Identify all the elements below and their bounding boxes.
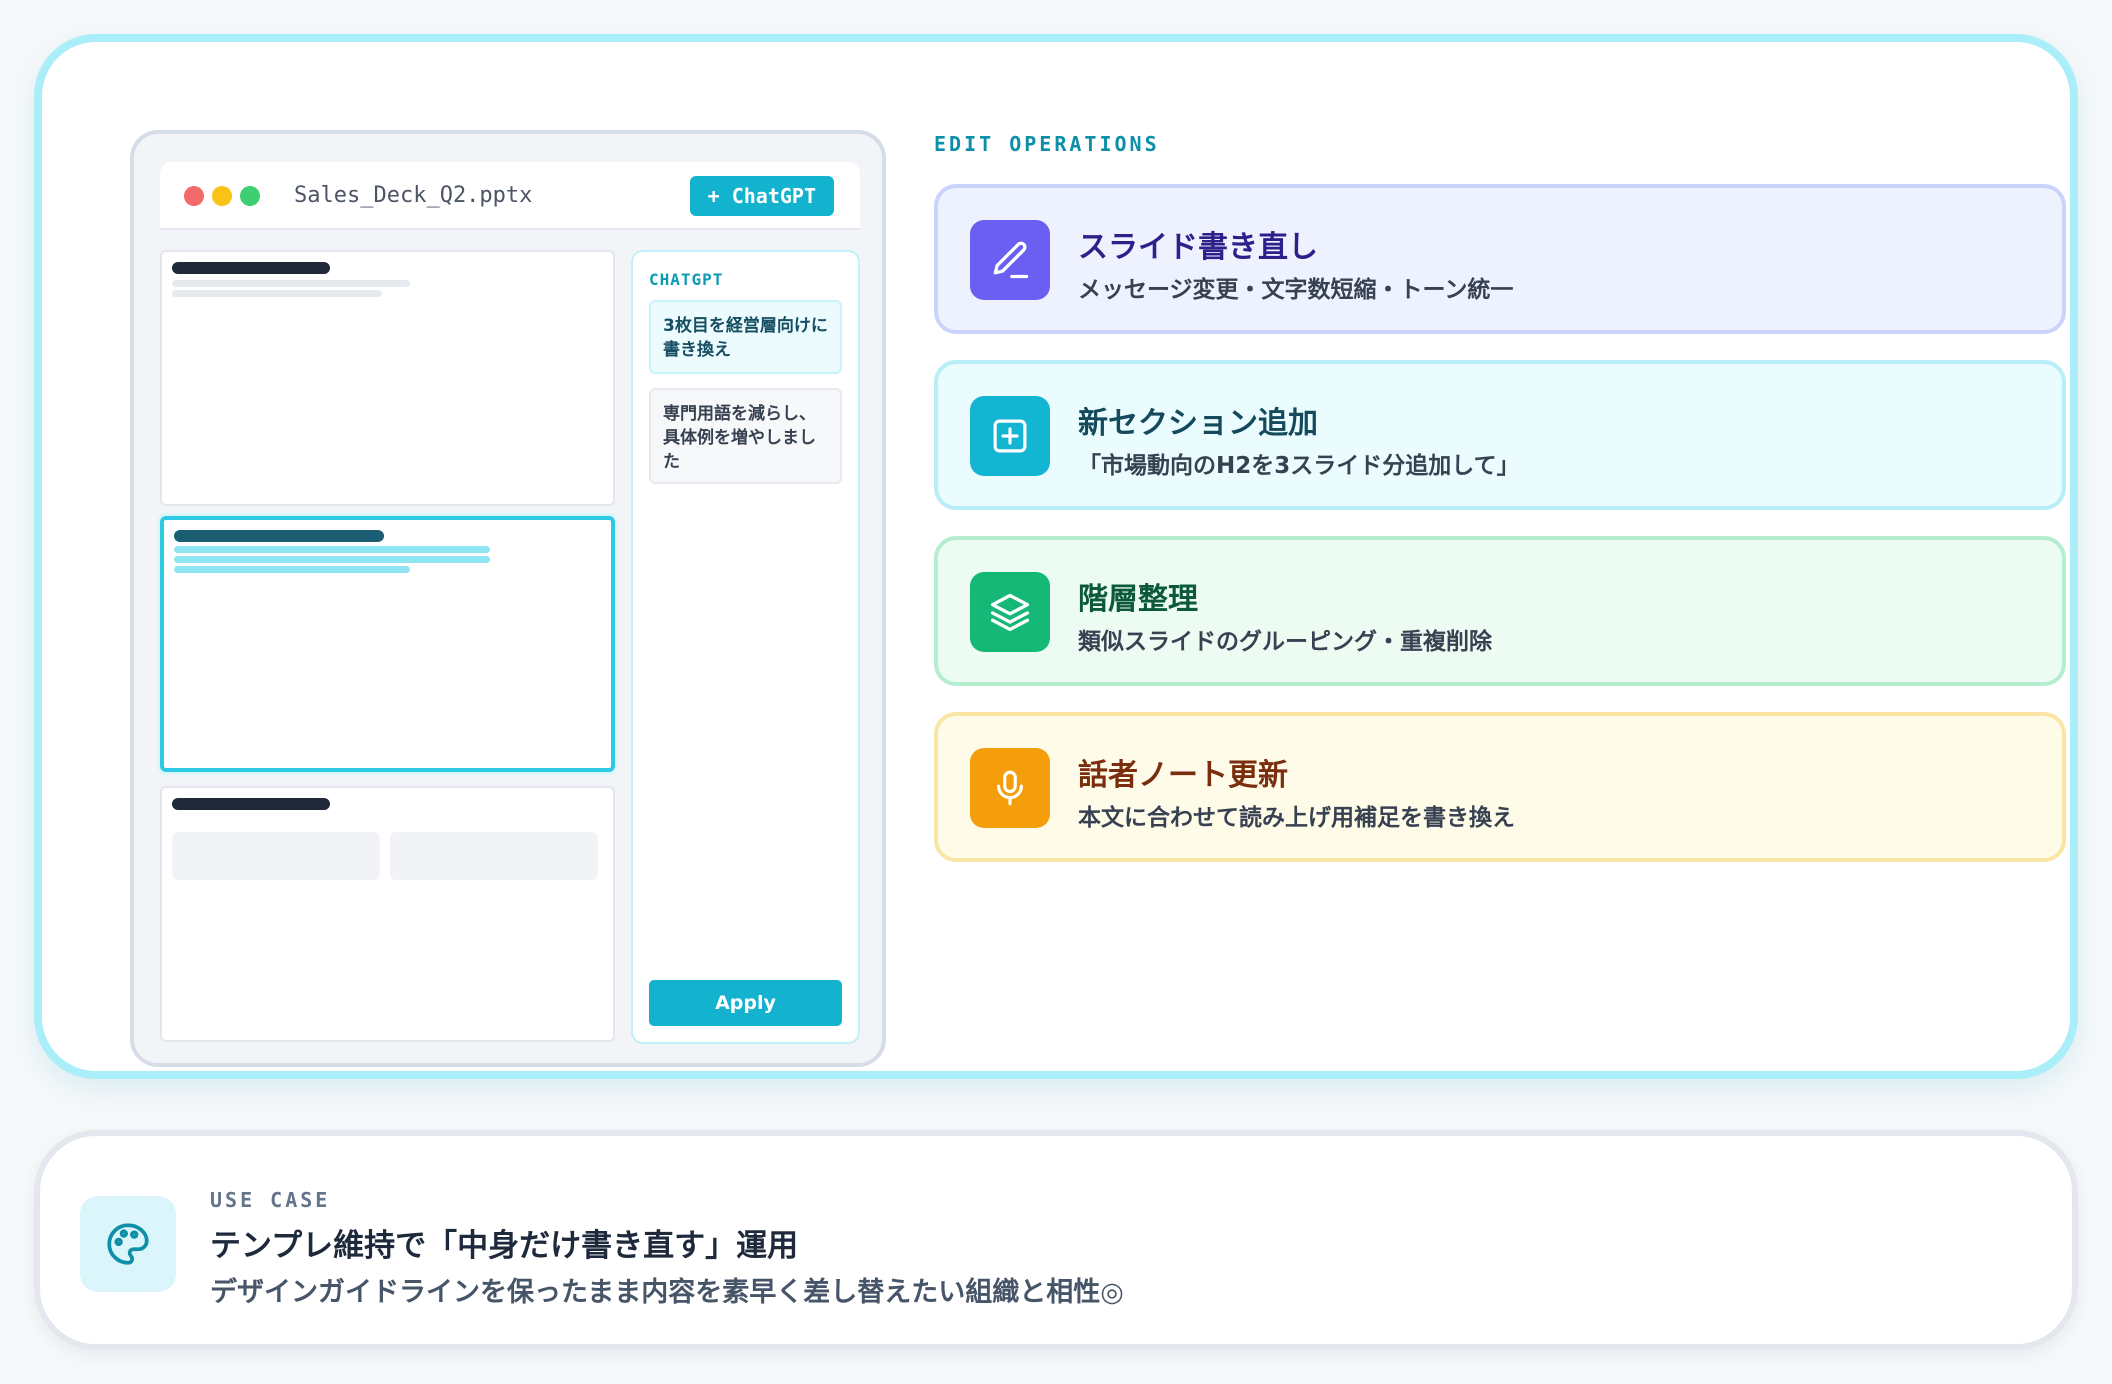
chat-panel-label: CHATGPT (649, 270, 724, 289)
user-message: 3枚目を経営層向けに書き換え (649, 300, 842, 374)
file-name: Sales_Deck_Q2.pptx (294, 183, 533, 208)
text-line-placeholder (174, 556, 490, 563)
text-line-placeholder (172, 280, 410, 287)
app-window-mockup: Sales_Deck_Q2.pptx + ChatGPT CHATGPT 3枚目… (130, 130, 886, 1067)
use-case-title: テンプレ維持で「中身だけ書き直す」運用 (210, 1228, 799, 1264)
apply-button[interactable]: Apply (649, 980, 842, 1026)
maximize-dot-icon[interactable] (240, 186, 260, 206)
chat-panel: CHATGPT 3枚目を経営層向けに書き換え 専門用語を減らし、具体例を増やしま… (631, 250, 860, 1044)
use-case-label: USE CASE (210, 1188, 331, 1212)
slide-thumbnail-3[interactable] (160, 786, 615, 1042)
slide-thumbnail-1[interactable] (160, 250, 615, 506)
operation-description: 本文に合わせて読み上げ用補足を書き換え (1078, 805, 1515, 831)
operation-title: 階層整理 (1078, 582, 1198, 617)
close-dot-icon[interactable] (184, 186, 204, 206)
plus-square-icon (970, 396, 1050, 476)
content-block-placeholder (172, 832, 380, 880)
operation-card-speaker-notes: 話者ノート更新 本文に合わせて読み上げ用補足を書き換え (934, 712, 2066, 862)
operations-label: EDIT OPERATIONS (934, 132, 1160, 156)
text-line-placeholder (174, 546, 490, 553)
operation-card-rewrite: スライド書き直し メッセージ変更・文字数短縮・トーン統一 (934, 184, 2066, 334)
microphone-icon (970, 748, 1050, 828)
minimize-dot-icon[interactable] (212, 186, 232, 206)
slide-title-placeholder (174, 530, 384, 542)
operation-card-hierarchy: 階層整理 類似スライドのグルーピング・重複削除 (934, 536, 2066, 686)
operation-description: 「市場動向のH2を3スライド分追加して」 (1078, 453, 1520, 479)
use-case-panel: USE CASE テンプレ維持で「中身だけ書き直す」運用 デザインガイドラインを… (34, 1130, 2078, 1350)
slide-title-placeholder (172, 798, 330, 810)
window-titlebar: Sales_Deck_Q2.pptx + ChatGPT (160, 162, 860, 230)
pencil-icon (970, 220, 1050, 300)
operation-card-add-section: 新セクション追加 「市場動向のH2を3スライド分追加して」 (934, 360, 2066, 510)
operation-description: 類似スライドのグルーピング・重複削除 (1078, 629, 1492, 655)
use-case-description: デザインガイドラインを保ったまま内容を素早く差し替えたい組織と相性◎ (210, 1277, 1124, 1308)
palette-icon (80, 1196, 176, 1292)
slide-title-placeholder (172, 262, 330, 274)
slide-thumbnail-2-selected[interactable] (160, 516, 615, 772)
top-panel: Sales_Deck_Q2.pptx + ChatGPT CHATGPT 3枚目… (34, 34, 2078, 1079)
operation-title: 新セクション追加 (1078, 406, 1318, 441)
chatgpt-button[interactable]: + ChatGPT (689, 176, 834, 216)
content-block-placeholder (390, 832, 598, 880)
operation-title: 話者ノート更新 (1078, 758, 1288, 793)
operation-description: メッセージ変更・文字数短縮・トーン統一 (1078, 277, 1514, 303)
assistant-message: 専門用語を減らし、具体例を増やしました (649, 388, 842, 484)
operation-title: スライド書き直し (1078, 230, 1318, 265)
layers-icon (970, 572, 1050, 652)
text-line-placeholder (174, 566, 410, 573)
text-line-placeholder (172, 290, 382, 297)
